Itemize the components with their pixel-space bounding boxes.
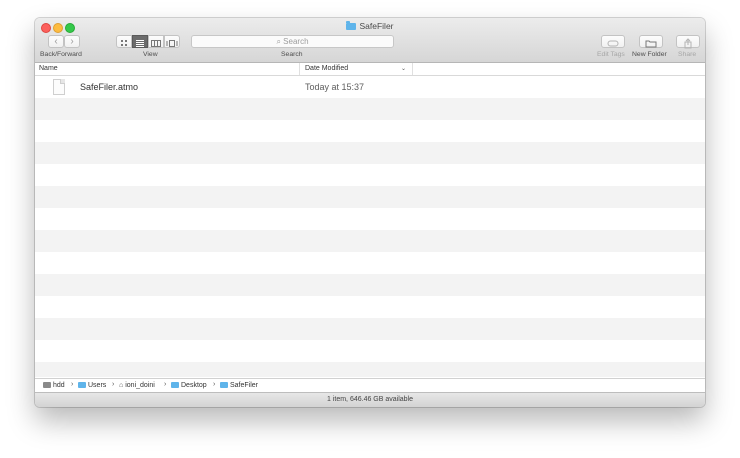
- date-modified-column-header[interactable]: Date Modified: [305, 65, 348, 72]
- path-separator: ›: [213, 381, 216, 388]
- columns-icon: [151, 40, 161, 47]
- empty-row: [35, 186, 705, 208]
- file-list: SafeFiler.atmo Today at 15:37: [35, 76, 705, 377]
- window-title: SafeFiler: [35, 21, 705, 31]
- document-icon: [53, 79, 65, 95]
- file-row[interactable]: SafeFiler.atmo Today at 15:37: [35, 76, 705, 98]
- new-folder-button[interactable]: [639, 35, 663, 48]
- view-label: View: [143, 51, 158, 58]
- empty-row: [35, 274, 705, 296]
- edit-tags-label: Edit Tags: [597, 51, 625, 58]
- empty-row: [35, 98, 705, 120]
- toolbar: SafeFiler ‹ › Back/Forward View ⌕ Search…: [35, 18, 705, 63]
- name-column-header[interactable]: Name: [39, 65, 58, 72]
- path-item-desktop[interactable]: Desktop: [171, 382, 207, 389]
- search-label: Search: [281, 51, 303, 58]
- folder-icon: [346, 21, 357, 30]
- chevron-left-icon: ‹: [54, 36, 58, 47]
- edit-tags-button[interactable]: [601, 35, 625, 48]
- path-item-hdd[interactable]: hdd: [43, 382, 65, 389]
- empty-row: [35, 318, 705, 340]
- empty-row: [35, 120, 705, 142]
- list-icon: [136, 40, 144, 47]
- empty-row: [35, 362, 705, 377]
- finder-window: SafeFiler ‹ › Back/Forward View ⌕ Search…: [35, 18, 705, 407]
- path-separator: ›: [112, 381, 115, 388]
- empty-row: [35, 208, 705, 230]
- new-folder-label: New Folder: [632, 51, 667, 58]
- list-view-button[interactable]: [132, 35, 148, 48]
- tag-icon: [607, 40, 619, 47]
- path-item-users[interactable]: Users: [78, 382, 106, 389]
- column-divider[interactable]: [412, 63, 413, 75]
- back-forward-label: Back/Forward: [40, 51, 82, 58]
- folder-icon: [78, 382, 86, 388]
- empty-row: [35, 340, 705, 362]
- empty-row: [35, 296, 705, 318]
- icon-view-button[interactable]: [116, 35, 132, 48]
- folder-icon: [220, 382, 228, 388]
- forward-button[interactable]: ›: [64, 35, 80, 48]
- path-item-home[interactable]: ⌂ ioni_doini: [119, 382, 155, 389]
- path-bar: hdd › Users › ⌂ ioni_doini › Desktop › Sa…: [35, 378, 705, 392]
- empty-row: [35, 164, 705, 186]
- file-date: Today at 15:37: [305, 82, 365, 92]
- path-separator: ›: [71, 381, 74, 388]
- home-icon: ⌂: [119, 382, 124, 389]
- share-button[interactable]: [676, 35, 700, 49]
- new-folder-icon: [645, 40, 657, 48]
- chevron-down-icon[interactable]: ⌄: [401, 65, 406, 72]
- hard-drive-icon: [43, 382, 51, 388]
- window-title-text: SafeFiler: [359, 21, 394, 31]
- column-header: Name Date Modified ⌄: [35, 63, 705, 76]
- chevron-right-icon: ›: [70, 36, 74, 47]
- folder-icon: [171, 382, 179, 388]
- column-divider[interactable]: [299, 63, 300, 75]
- share-label: Share: [678, 51, 697, 58]
- empty-row: [35, 230, 705, 252]
- path-separator: ›: [164, 381, 167, 388]
- status-bar: 1 item, 646.46 GB available: [35, 392, 705, 407]
- search-icon: ⌕: [276, 37, 281, 46]
- status-text: 1 item, 646.46 GB available: [327, 396, 413, 403]
- cover-flow-button[interactable]: [164, 35, 180, 48]
- empty-row: [35, 252, 705, 274]
- search-placeholder: Search: [283, 37, 309, 46]
- share-icon: [684, 38, 692, 49]
- empty-row: [35, 142, 705, 164]
- path-item-safefiler[interactable]: SafeFiler: [220, 382, 258, 389]
- back-button[interactable]: ‹: [48, 35, 64, 48]
- cover-flow-icon: [166, 40, 178, 47]
- file-name: SafeFiler.atmo: [80, 82, 139, 92]
- column-view-button[interactable]: [148, 35, 164, 48]
- grid-icon: [121, 40, 127, 46]
- search-input[interactable]: ⌕ Search: [191, 35, 394, 48]
